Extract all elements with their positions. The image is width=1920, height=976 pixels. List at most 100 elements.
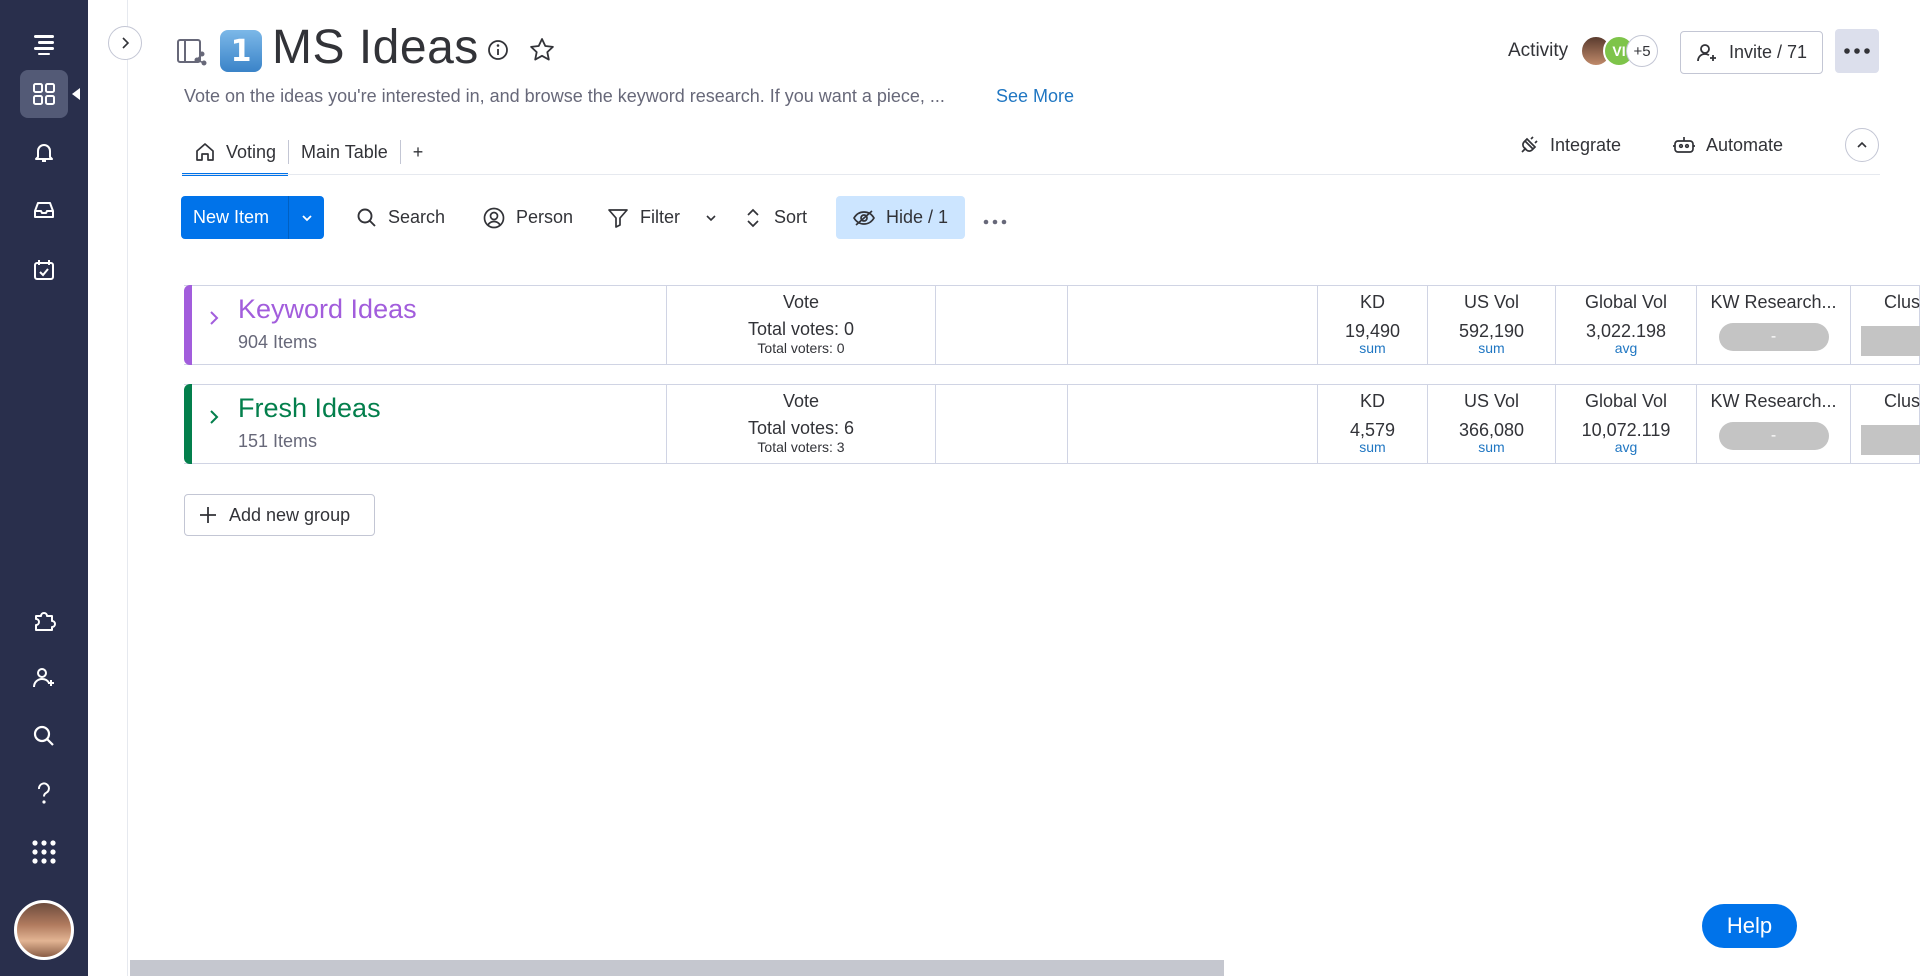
search-label: Search <box>388 207 446 227</box>
global-vol-summary-cell: Global Vol 3,022.198 avg <box>1555 286 1696 364</box>
person-label: Person <box>516 207 574 227</box>
aggregation-label: sum <box>1478 340 1505 356</box>
us-vol-summary-cell: US Vol 366,080 sum <box>1427 385 1555 463</box>
toolbar-more-button[interactable] <box>982 206 1008 232</box>
chevron-down-icon <box>301 214 312 221</box>
tab-main-table[interactable]: Main Table <box>289 130 400 174</box>
add-person-icon <box>1697 43 1716 61</box>
chevron-down-icon[interactable] <box>704 211 718 225</box>
search-icon[interactable] <box>20 712 68 760</box>
column-header: Clus <box>1884 391 1920 411</box>
group-color-bar <box>184 285 192 365</box>
us-vol-summary-cell: US Vol 592,190 sum <box>1427 286 1555 364</box>
group-item-count: 151 Items <box>238 431 318 451</box>
add-group-label: Add new group <box>229 504 351 525</box>
horizontal-scrollbar[interactable] <box>130 960 1224 976</box>
add-new-group-button[interactable]: Add new group <box>184 494 375 536</box>
status-summary-pill[interactable]: - <box>1718 422 1829 450</box>
workspace-grid-icon[interactable] <box>20 70 80 118</box>
column-header: KW Research... <box>1710 391 1837 411</box>
automate-robot-icon <box>1673 137 1695 153</box>
shareable-board-icon <box>177 39 207 66</box>
board-title[interactable]: MS Ideas <box>272 20 479 75</box>
board-more-menu-button[interactable] <box>1835 29 1879 73</box>
activity-button[interactable]: Activity <box>1508 40 1568 62</box>
person-circle-icon <box>483 207 505 228</box>
aggregation-label: avg <box>1614 340 1638 356</box>
app-switcher-grid-icon[interactable] <box>20 828 68 876</box>
us-vol-value: 366,080 <box>1458 420 1525 440</box>
add-view-button[interactable]: + <box>401 130 436 174</box>
eye-hidden-icon <box>853 209 875 226</box>
status-summary-pill[interactable]: - <box>1718 323 1829 351</box>
invite-member-icon[interactable] <box>20 654 68 702</box>
info-icon[interactable] <box>486 38 510 62</box>
kd-value: 19,490 <box>1344 321 1401 341</box>
user-avatar[interactable] <box>14 900 74 960</box>
clus-summary-cell: Clus <box>1850 385 1920 463</box>
favorite-star-icon[interactable] <box>528 36 556 64</box>
integrate-plug-icon <box>1521 136 1538 153</box>
empty-summary-cell <box>935 385 1067 463</box>
see-more-link[interactable]: See More <box>996 86 1074 107</box>
chevron-right-icon <box>122 37 130 49</box>
group-keyword-ideas[interactable]: Keyword Ideas 904 Items Vote Total votes… <box>184 285 1920 365</box>
tab-label: Main Table <box>301 141 388 162</box>
invite-label: Invite / 71 <box>1729 42 1808 62</box>
help-button[interactable]: Help <box>1702 904 1797 948</box>
empty-summary-cell <box>1067 286 1317 364</box>
automate-button[interactable]: Automate <box>1672 134 1783 156</box>
apps-puzzle-icon[interactable] <box>20 596 68 644</box>
column-header: KD <box>1359 292 1385 312</box>
help-question-icon[interactable] <box>20 770 68 818</box>
home-icon <box>196 143 214 161</box>
menu-icon[interactable] <box>20 20 68 68</box>
expand-workspace-button[interactable] <box>108 26 142 60</box>
global-vol-value: 3,022.198 <box>1585 321 1667 341</box>
expand-group-chevron-icon[interactable] <box>204 407 224 427</box>
global-vol-value: 10,072.119 <box>1581 420 1671 440</box>
new-item-button[interactable]: New Item <box>181 196 324 239</box>
us-vol-value: 592,190 <box>1458 321 1525 341</box>
group-item-count: 904 Items <box>238 332 318 352</box>
group-title[interactable]: Keyword Ideas <box>238 294 417 325</box>
filter-button[interactable]: Filter <box>606 196 718 239</box>
column-header: KW Research... <box>1710 292 1837 312</box>
hide-label: Hide / 1 <box>886 207 949 227</box>
kd-summary-cell: KD 4,579 sum <box>1317 385 1427 463</box>
status-summary-bar <box>1861 326 1920 356</box>
total-votes: Total votes: 0 <box>747 319 855 339</box>
group-color-bar <box>184 384 192 464</box>
my-work-calendar-icon[interactable] <box>20 246 68 294</box>
search-icon <box>357 208 376 227</box>
more-subscribers-count[interactable]: +5 <box>1626 35 1658 67</box>
collapse-header-button[interactable] <box>1845 128 1879 162</box>
tab-label: Voting <box>226 141 277 162</box>
person-filter-button[interactable]: Person <box>482 196 573 239</box>
group-fresh-ideas[interactable]: Fresh Ideas 151 Items Vote Total votes: … <box>184 384 1920 464</box>
more-dots-icon <box>983 219 1007 225</box>
total-votes: Total votes: 6 <box>747 418 855 438</box>
filter-label: Filter <box>640 207 680 227</box>
aggregation-label: avg <box>1614 439 1638 455</box>
integrate-button[interactable]: Integrate <box>1518 134 1621 156</box>
column-header: Global Vol <box>1584 391 1668 411</box>
search-button[interactable]: Search <box>356 196 445 239</box>
column-header: US Vol <box>1463 391 1520 411</box>
tab-voting[interactable]: Voting <box>182 130 289 176</box>
notifications-bell-icon[interactable] <box>20 128 68 176</box>
status-summary-bar <box>1861 425 1920 455</box>
inbox-icon[interactable] <box>20 186 68 234</box>
expand-group-chevron-icon[interactable] <box>204 308 224 328</box>
invite-button[interactable]: Invite / 71 <box>1680 31 1823 74</box>
integrate-label: Integrate <box>1550 134 1622 155</box>
column-header: US Vol <box>1463 292 1520 312</box>
column-header: Vote <box>782 391 820 411</box>
group-title[interactable]: Fresh Ideas <box>238 393 381 424</box>
sort-button[interactable]: Sort <box>742 196 807 239</box>
aggregation-label: sum <box>1359 439 1386 455</box>
total-voters: Total voters: 3 <box>757 439 845 455</box>
new-item-dropdown[interactable] <box>288 196 324 239</box>
kw-research-summary-cell: KW Research... - <box>1696 286 1850 364</box>
hide-columns-button[interactable]: Hide / 1 <box>836 196 965 239</box>
